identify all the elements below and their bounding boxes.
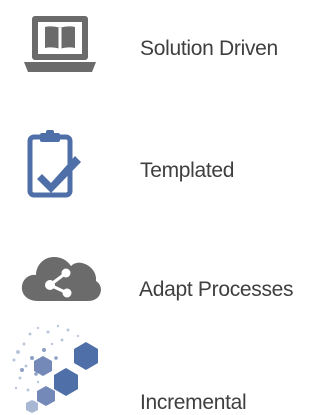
hexagon-cluster-icon [12, 324, 98, 413]
feature-solution-driven: Solution Driven [0, 0, 325, 80]
feature-label: Templated [140, 159, 235, 182]
feature-adapt-processes: Adapt Processes [0, 236, 325, 316]
cloud-share-icon [21, 257, 101, 301]
feature-label: Solution Driven [140, 37, 278, 60]
clipboard-check-icon [27, 130, 81, 198]
laptop-book-icon [24, 16, 96, 72]
feature-incremental: Incremental [0, 318, 325, 413]
feature-templated: Templated [0, 110, 325, 198]
feature-label: Incremental [140, 391, 247, 414]
feature-label: Adapt Processes [139, 278, 294, 301]
